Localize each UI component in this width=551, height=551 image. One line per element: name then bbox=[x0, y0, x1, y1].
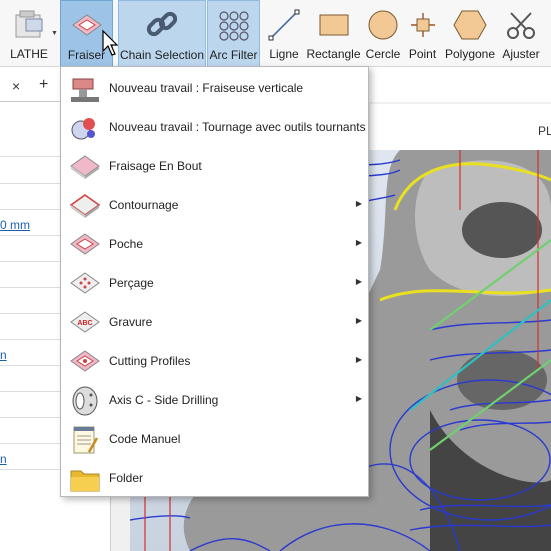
menu-item-fraisage-en-bout[interactable]: Fraisage En Bout bbox=[61, 147, 368, 186]
fraiser-button[interactable]: Fraiser bbox=[60, 0, 119, 67]
submenu-arrow-icon: ▶ bbox=[355, 277, 362, 286]
panel-row bbox=[0, 287, 62, 288]
ribbon-toolbar: LATHE ▼ Fraiser Chain Selection Arc Filt… bbox=[0, 0, 551, 67]
panel-row bbox=[0, 417, 62, 418]
panel-value-link[interactable]: n bbox=[0, 348, 7, 362]
cercle-button[interactable]: Cercle bbox=[363, 0, 403, 67]
chain-selection-button[interactable]: Chain Selection bbox=[118, 0, 206, 67]
menu-item-nouveau-travail-fraiseuse[interactable]: Nouveau travail : Fraiseuse verticale bbox=[61, 69, 368, 108]
drill-icon bbox=[69, 268, 101, 300]
fraiser-dropdown-menu: Nouveau travail : Fraiseuse verticale No… bbox=[60, 66, 369, 497]
menu-item-cutting-profiles[interactable]: Cutting Profiles ▶ bbox=[61, 342, 368, 381]
arc-filter-icon bbox=[208, 7, 259, 45]
panel-row bbox=[0, 339, 62, 340]
lathe-icon bbox=[3, 6, 55, 44]
ajuster-button[interactable]: Ajuster bbox=[499, 0, 543, 67]
properties-panel bbox=[0, 67, 62, 551]
panel-row bbox=[0, 469, 62, 470]
panel-row bbox=[0, 183, 62, 184]
polygone-button[interactable]: Polygone bbox=[443, 0, 497, 67]
submenu-arrow-icon: ▶ bbox=[355, 199, 362, 208]
rectangle-icon bbox=[306, 6, 361, 44]
rectangle-button[interactable]: Rectangle bbox=[306, 0, 361, 67]
side-drilling-icon bbox=[69, 385, 101, 417]
menu-item-folder[interactable]: Folder bbox=[61, 459, 368, 498]
submenu-arrow-icon: ▶ bbox=[355, 394, 362, 403]
svg-text:ABC: ABC bbox=[77, 320, 92, 327]
panel-row bbox=[0, 391, 62, 392]
panel-row bbox=[0, 261, 62, 262]
chain-icon bbox=[119, 7, 205, 45]
submenu-arrow-icon: ▶ bbox=[355, 316, 362, 325]
close-tab-icon[interactable]: × bbox=[12, 78, 20, 94]
add-tab-icon[interactable]: + bbox=[39, 76, 48, 94]
panel-row bbox=[0, 235, 62, 236]
circle-icon bbox=[363, 6, 403, 44]
panel-row bbox=[0, 443, 62, 444]
submenu-arrow-icon: ▶ bbox=[355, 238, 362, 247]
pocket-icon bbox=[69, 229, 101, 261]
contour-icon bbox=[69, 190, 101, 222]
menu-item-code-manuel[interactable]: Code Manuel bbox=[61, 420, 368, 459]
view-header bbox=[370, 104, 551, 150]
point-icon bbox=[405, 6, 440, 44]
trim-icon bbox=[499, 6, 543, 44]
panel-row bbox=[0, 313, 62, 314]
manual-code-icon bbox=[69, 424, 101, 456]
panel-row bbox=[0, 156, 62, 157]
line-icon bbox=[264, 6, 304, 44]
live-tooling-icon bbox=[69, 112, 101, 144]
submenu-arrow-icon: ▶ bbox=[355, 355, 362, 364]
menu-item-percage[interactable]: Perçage ▶ bbox=[61, 264, 368, 303]
panel-value-link[interactable]: 0 mm bbox=[0, 218, 30, 232]
menu-item-axis-c-side-drilling[interactable]: Axis C - Side Drilling ▶ bbox=[61, 381, 368, 420]
engrave-icon: ABC bbox=[69, 307, 101, 339]
vertical-mill-icon bbox=[69, 73, 101, 105]
ligne-button[interactable]: Ligne bbox=[264, 0, 304, 67]
polygon-icon bbox=[443, 6, 497, 44]
menu-item-contournage[interactable]: Contournage ▶ bbox=[61, 186, 368, 225]
folder-icon bbox=[69, 463, 101, 495]
lathe-button[interactable]: LATHE bbox=[3, 0, 55, 67]
menu-item-poche[interactable]: Poche ▶ bbox=[61, 225, 368, 264]
panel-value-link[interactable]: n bbox=[0, 452, 7, 466]
panel-row bbox=[0, 209, 62, 210]
view-corner-label: PL bbox=[538, 124, 551, 138]
cutting-profiles-icon bbox=[69, 346, 101, 378]
lathe-dropdown-arrow-icon[interactable]: ▼ bbox=[51, 30, 58, 37]
mouse-cursor-icon bbox=[102, 29, 119, 56]
panel-row bbox=[0, 365, 62, 366]
face-mill-icon bbox=[69, 151, 101, 183]
arc-filter-button[interactable]: Arc Filter bbox=[207, 0, 260, 67]
point-button[interactable]: Point bbox=[405, 0, 440, 67]
menu-item-nouveau-travail-tournage[interactable]: Nouveau travail : Tournage avec outils t… bbox=[61, 108, 368, 147]
menu-item-gravure[interactable]: ABC Gravure ▶ bbox=[61, 303, 368, 342]
